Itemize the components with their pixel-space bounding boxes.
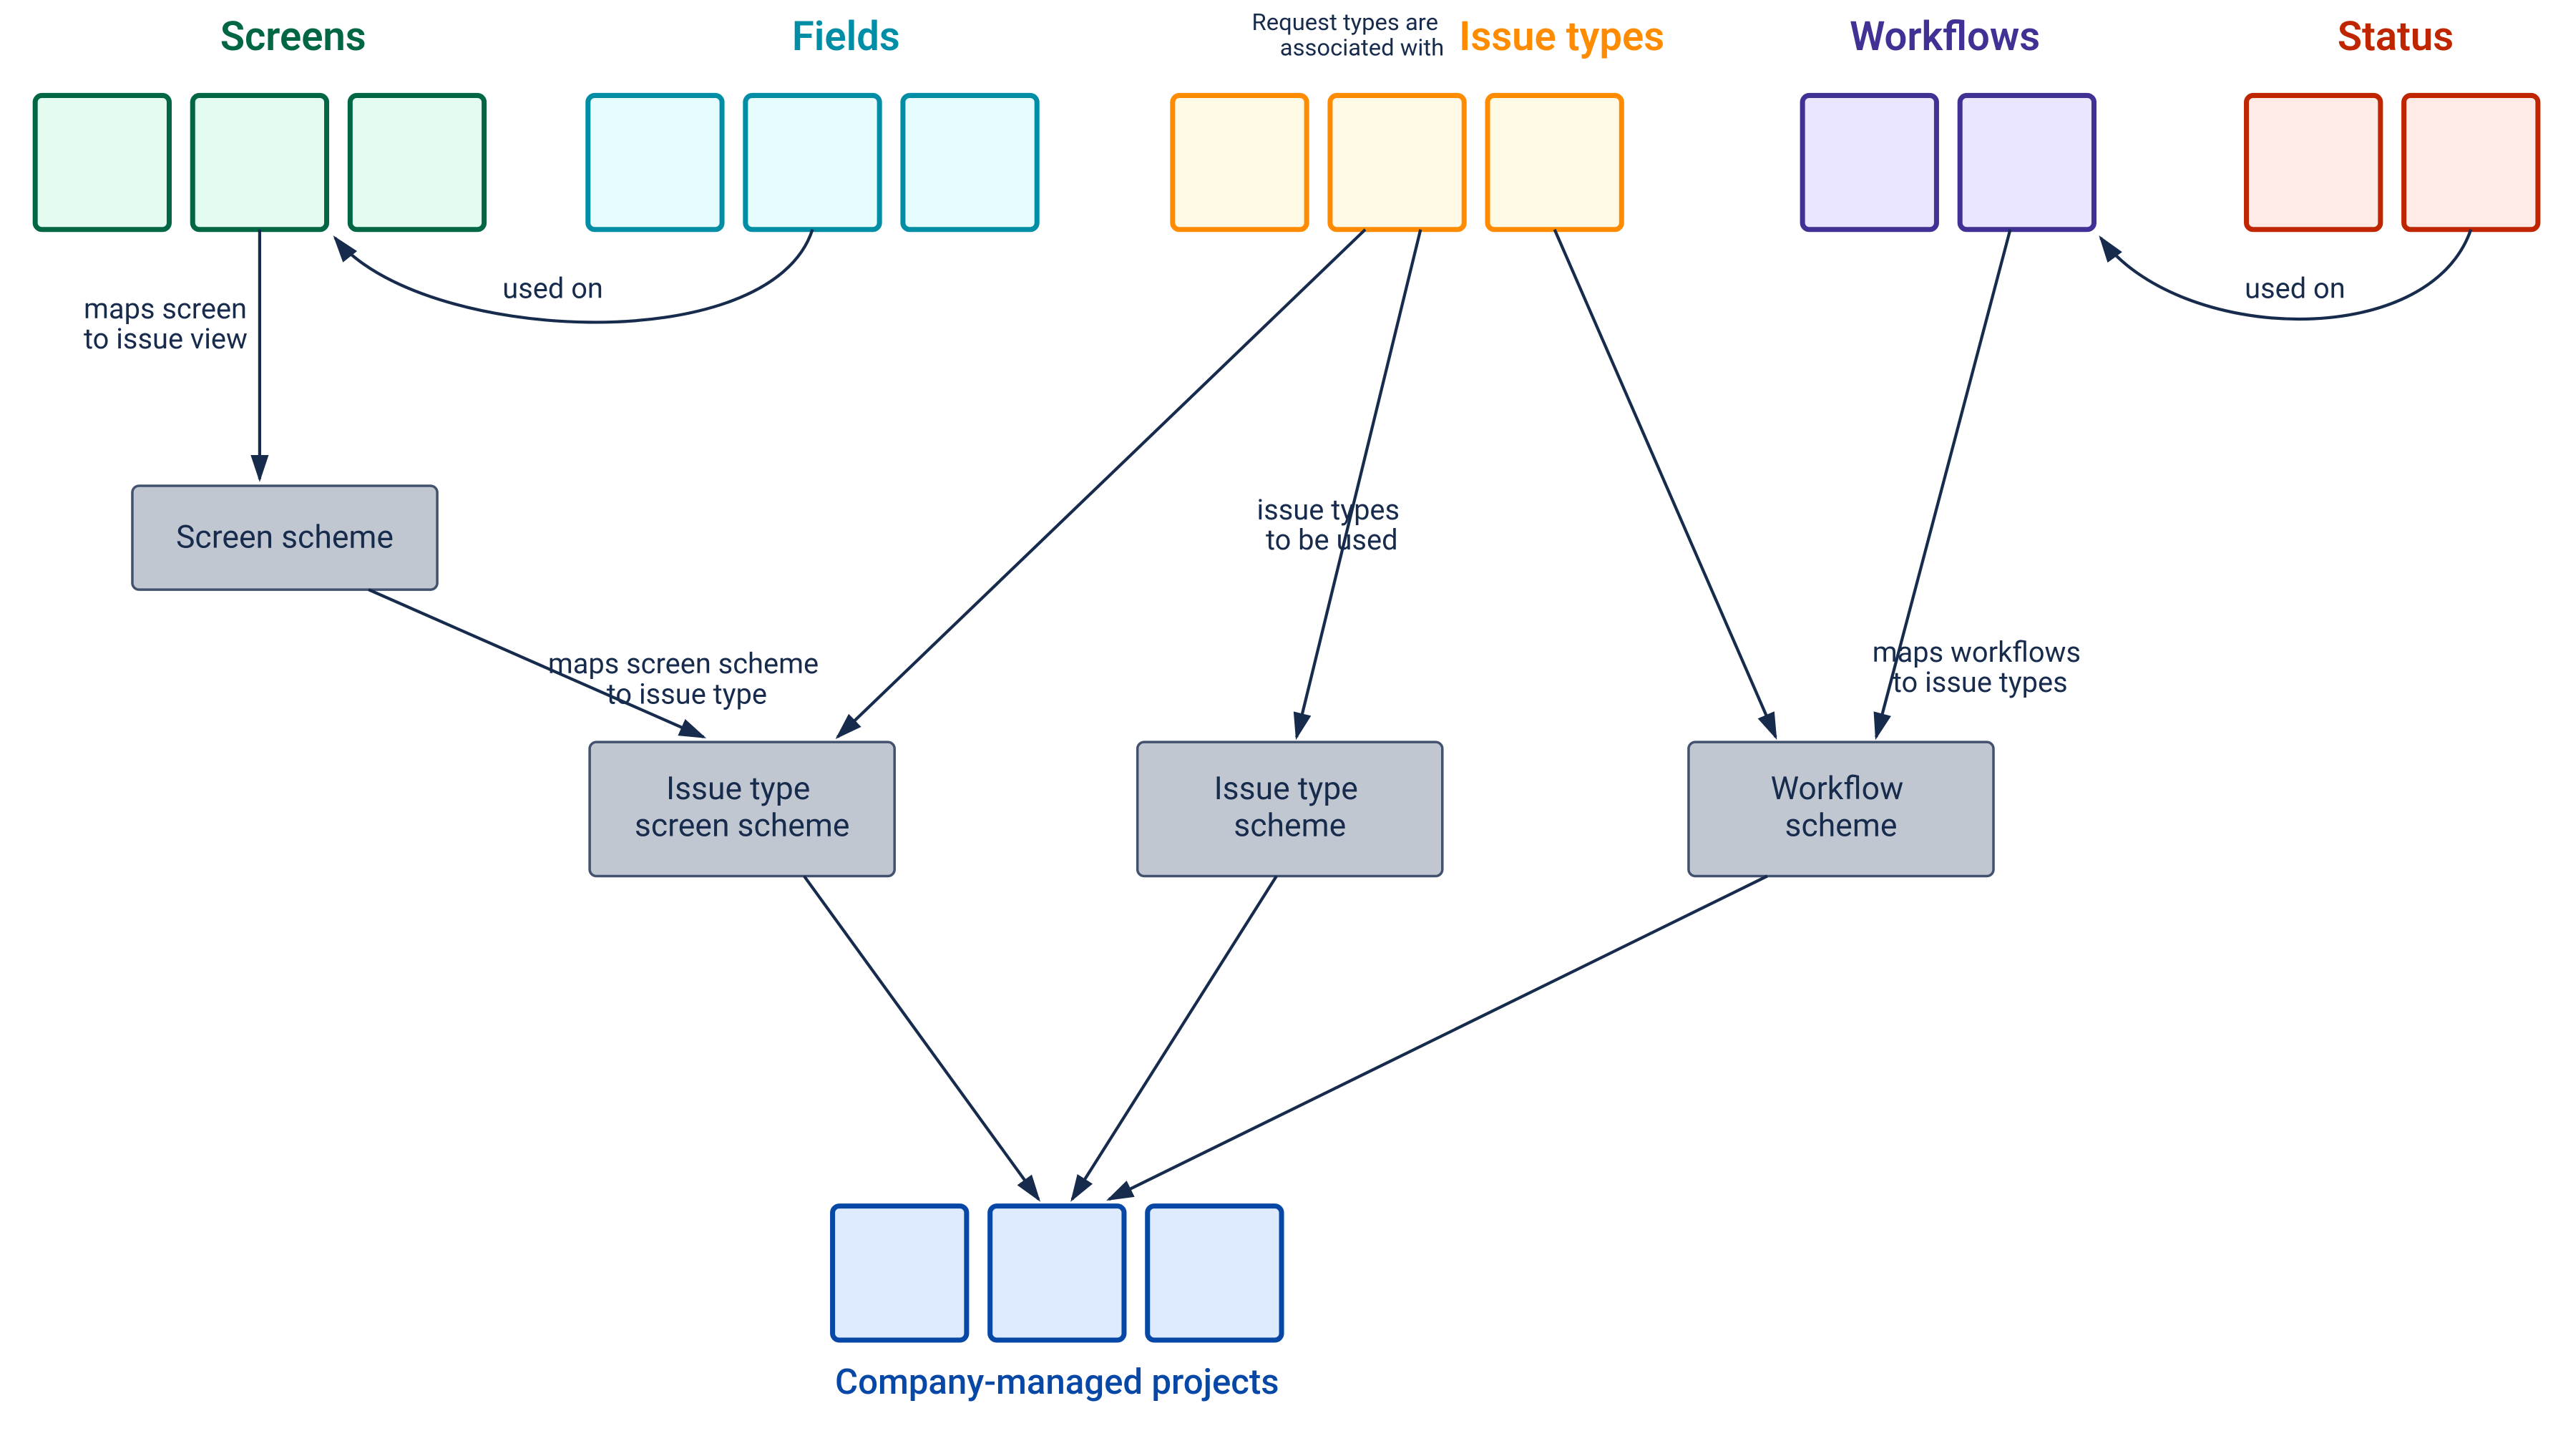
workflow-scheme-node: Workflow scheme: [1689, 742, 1993, 876]
edge-itscheme-to-projects: [1072, 876, 1276, 1199]
workflows-box-1: [1802, 95, 1936, 229]
workflow-scheme-label: Workflow scheme: [1771, 770, 1912, 844]
status-group: Status: [2247, 13, 2538, 230]
diagram-canvas: Screens Fields Request types are associa…: [0, 0, 2553, 1456]
issuetype-scheme-label: Issue type scheme: [1214, 770, 1366, 844]
screens-group: Screens: [35, 13, 484, 230]
edge-status-to-workflows-label: used on: [2245, 272, 2345, 306]
status-box-2: [2404, 95, 2538, 229]
screen-scheme-label: Screen scheme: [176, 519, 394, 556]
issuetype-scheme-node: Issue type scheme: [1138, 742, 1443, 876]
workflows-group: Workflows: [1802, 13, 2094, 230]
fields-header: Fields: [792, 13, 900, 60]
edge-workflows-to-workflowscheme-label: maps workflows to issue types: [1873, 635, 2088, 699]
screen-scheme-node: Screen scheme: [132, 486, 437, 590]
edge-screens-to-screenscheme-label: maps screen to issue view: [84, 292, 254, 356]
workflows-header: Workflows: [1850, 13, 2040, 60]
project-box-2: [990, 1206, 1124, 1340]
screens-box-2: [192, 95, 326, 229]
fields-group: Fields: [588, 13, 1037, 230]
issuetypes-box-2: [1330, 95, 1464, 229]
issuetype-screen-scheme-label: Issue type screen scheme: [635, 770, 850, 844]
status-box-1: [2247, 95, 2381, 229]
edge-issuetypes-to-itscheme: [1297, 230, 1420, 737]
issuetype-screen-scheme-node: Issue type screen scheme: [590, 742, 894, 876]
status-header: Status: [2338, 13, 2454, 60]
issuetypes-header: Issue types: [1459, 13, 1664, 60]
issuetypes-note: Request types are associated with: [1252, 9, 1445, 62]
projects-footer-label: Company-managed projects: [835, 1362, 1279, 1403]
fields-box-2: [746, 95, 879, 229]
edge-fields-to-screens-label: used on: [502, 272, 603, 306]
projects-group: Company-managed projects: [833, 1206, 1282, 1403]
edge-itscreenscheme-to-projects: [804, 876, 1039, 1199]
issuetypes-box-1: [1173, 95, 1307, 229]
workflows-box-2: [1960, 95, 2094, 229]
fields-box-1: [588, 95, 722, 229]
screens-box-3: [350, 95, 484, 229]
issuetypes-box-3: [1488, 95, 1621, 229]
edge-workflowscheme-to-projects: [1109, 876, 1767, 1199]
edge-issuetypes-to-itscheme-label: issue types to be used: [1257, 493, 1407, 557]
issuetypes-group: Request types are associated with Issue …: [1173, 9, 1664, 230]
project-box-1: [833, 1206, 967, 1340]
issuetypes-note-line2: associated with: [1280, 34, 1444, 62]
issuetypes-note-line1: Request types are: [1252, 9, 1438, 36]
edge-issuetypes-to-workflowscheme: [1555, 230, 1776, 737]
project-box-3: [1148, 1206, 1282, 1340]
edge-screenscheme-to-itscreenscheme-label: maps screen scheme to issue type: [548, 647, 826, 710]
screens-box-1: [35, 95, 169, 229]
edge-issuetypes-to-itscreenscheme: [838, 230, 1365, 737]
screens-header: Screens: [220, 13, 366, 60]
fields-box-3: [903, 95, 1037, 229]
